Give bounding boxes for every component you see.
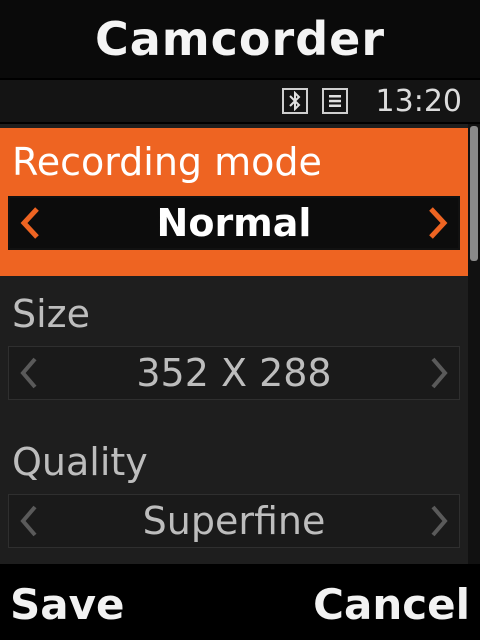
setting-label: Size <box>12 292 91 336</box>
menu-list-icon <box>321 88 348 114</box>
setting-value: Superfine <box>142 499 326 543</box>
cancel-softkey[interactable]: Cancel <box>313 580 470 629</box>
size-selector[interactable]: 352 X 288 <box>8 346 460 400</box>
setting-value: Normal <box>156 201 312 245</box>
page-title: Camcorder <box>94 12 386 66</box>
chevron-left-icon[interactable] <box>16 203 44 243</box>
softkey-bar: Save Cancel <box>0 568 480 640</box>
chevron-right-icon[interactable] <box>425 501 453 541</box>
chevron-right-icon[interactable] <box>424 203 452 243</box>
title-bar: Camcorder <box>0 0 480 78</box>
setting-quality[interactable]: Quality Superfine <box>0 430 468 564</box>
scrollbar-thumb[interactable] <box>470 126 478 261</box>
setting-label: Quality <box>12 440 148 484</box>
recording-mode-selector[interactable]: Normal <box>8 196 460 250</box>
save-softkey[interactable]: Save <box>10 580 124 629</box>
settings-list: Recording mode Normal Size 352 X 288 Qua… <box>0 124 468 564</box>
setting-value: 352 X 288 <box>136 351 332 395</box>
chevron-left-icon[interactable] <box>15 353 43 393</box>
quality-selector[interactable]: Superfine <box>8 494 460 548</box>
clock: 13:20 <box>375 83 462 119</box>
status-bar: 13:20 <box>0 80 480 122</box>
setting-size[interactable]: Size 352 X 288 <box>0 282 468 422</box>
setting-recording-mode[interactable]: Recording mode Normal <box>0 128 468 276</box>
chevron-right-icon[interactable] <box>425 353 453 393</box>
chevron-left-icon[interactable] <box>15 501 43 541</box>
setting-label: Recording mode <box>12 140 322 184</box>
bluetooth-icon <box>281 88 308 114</box>
